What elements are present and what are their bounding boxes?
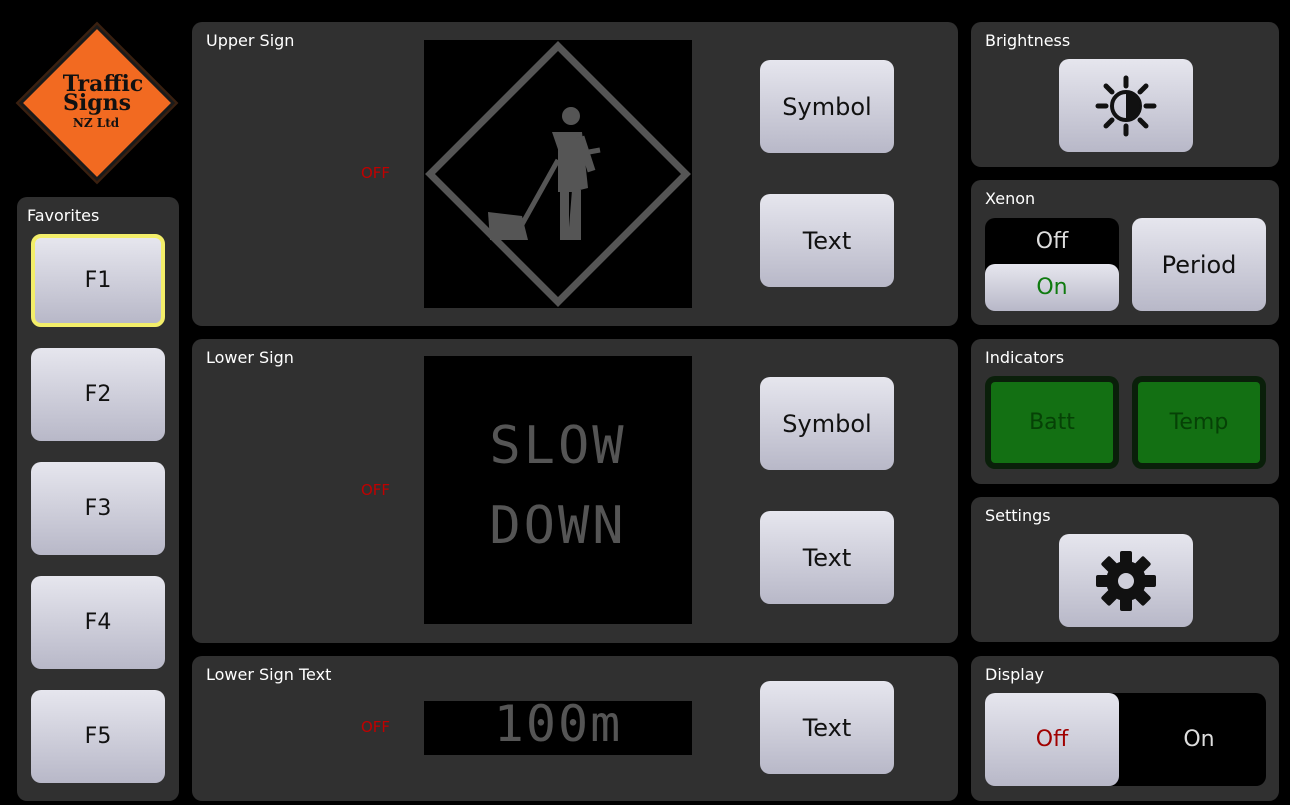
- indicators-title: Indicators: [985, 348, 1065, 367]
- brightness-icon: [1095, 75, 1157, 136]
- lower-sign-symbol-button[interactable]: Symbol: [760, 377, 894, 470]
- upper-sign-status: OFF: [361, 164, 391, 182]
- xenon-period-button[interactable]: Period: [1132, 218, 1266, 311]
- xenon-panel: Xenon Off On Period: [971, 180, 1279, 325]
- favorite-f2-button[interactable]: F2: [31, 348, 165, 441]
- temperature-indicator: Temp: [1132, 376, 1266, 469]
- battery-indicator-label: Batt: [991, 382, 1113, 463]
- settings-title: Settings: [985, 506, 1051, 525]
- favorite-f5-button[interactable]: F5: [31, 690, 165, 783]
- upper-sign-title: Upper Sign: [206, 31, 295, 50]
- display-panel: Display Off On: [971, 656, 1279, 801]
- settings-panel: Settings: [971, 497, 1279, 642]
- display-on-option[interactable]: On: [1132, 693, 1266, 786]
- indicators-panel: Indicators Batt Temp: [971, 339, 1279, 484]
- lower-sign-status: OFF: [361, 481, 391, 499]
- xenon-title: Xenon: [985, 189, 1036, 208]
- xenon-on-option[interactable]: On: [985, 264, 1119, 311]
- lower-sign-display: SLOW DOWN: [424, 356, 692, 624]
- settings-button[interactable]: [1059, 534, 1193, 627]
- display-title: Display: [985, 665, 1044, 684]
- lower-sign-panel: Lower Sign OFF SLOW DOWN Symbol Text: [192, 339, 958, 643]
- svg-text:NZ Ltd: NZ Ltd: [73, 116, 120, 130]
- svg-text:Signs: Signs: [63, 90, 131, 116]
- lower-sign-text-button[interactable]: Text: [760, 511, 894, 604]
- company-logo: Traffic Signs NZ Ltd: [14, 20, 180, 186]
- upper-sign-panel: Upper Sign OFF Symbol Text: [192, 22, 958, 326]
- upper-sign-display: [424, 40, 692, 308]
- brightness-panel: Brightness: [971, 22, 1279, 167]
- lower-sign-text-status: OFF: [361, 718, 391, 736]
- lower-sign-text-button[interactable]: Text: [760, 681, 894, 774]
- roadworks-worker-icon: [425, 41, 691, 307]
- favorites-title: Favorites: [27, 206, 100, 225]
- lower-sign-title: Lower Sign: [206, 348, 294, 367]
- lower-sign-text-display: 100m: [424, 701, 692, 755]
- favorite-f4-button[interactable]: F4: [31, 576, 165, 669]
- xenon-off-option[interactable]: Off: [985, 218, 1119, 264]
- upper-sign-text-button[interactable]: Text: [760, 194, 894, 287]
- brightness-title: Brightness: [985, 31, 1071, 50]
- upper-sign-symbol-button[interactable]: Symbol: [760, 60, 894, 153]
- display-toggle[interactable]: Off On: [985, 693, 1266, 786]
- brightness-button[interactable]: [1059, 59, 1193, 152]
- xenon-toggle[interactable]: Off On: [985, 218, 1119, 311]
- temperature-indicator-label: Temp: [1138, 382, 1260, 463]
- display-off-option[interactable]: Off: [985, 693, 1119, 786]
- favorite-f3-button[interactable]: F3: [31, 462, 165, 555]
- favorite-f1-button[interactable]: F1: [31, 234, 165, 327]
- lower-sign-display-line1: SLOW: [489, 416, 627, 476]
- favorites-panel: Favorites F1 F2 F3 F4 F5: [17, 197, 179, 801]
- lower-sign-text-display-value: 100m: [493, 701, 623, 753]
- lower-sign-text-title: Lower Sign Text: [206, 665, 332, 684]
- gear-icon: [1096, 550, 1156, 611]
- battery-indicator: Batt: [985, 376, 1119, 469]
- lower-sign-display-line2: DOWN: [489, 496, 627, 556]
- lower-sign-text-panel: Lower Sign Text OFF 100m Text: [192, 656, 958, 801]
